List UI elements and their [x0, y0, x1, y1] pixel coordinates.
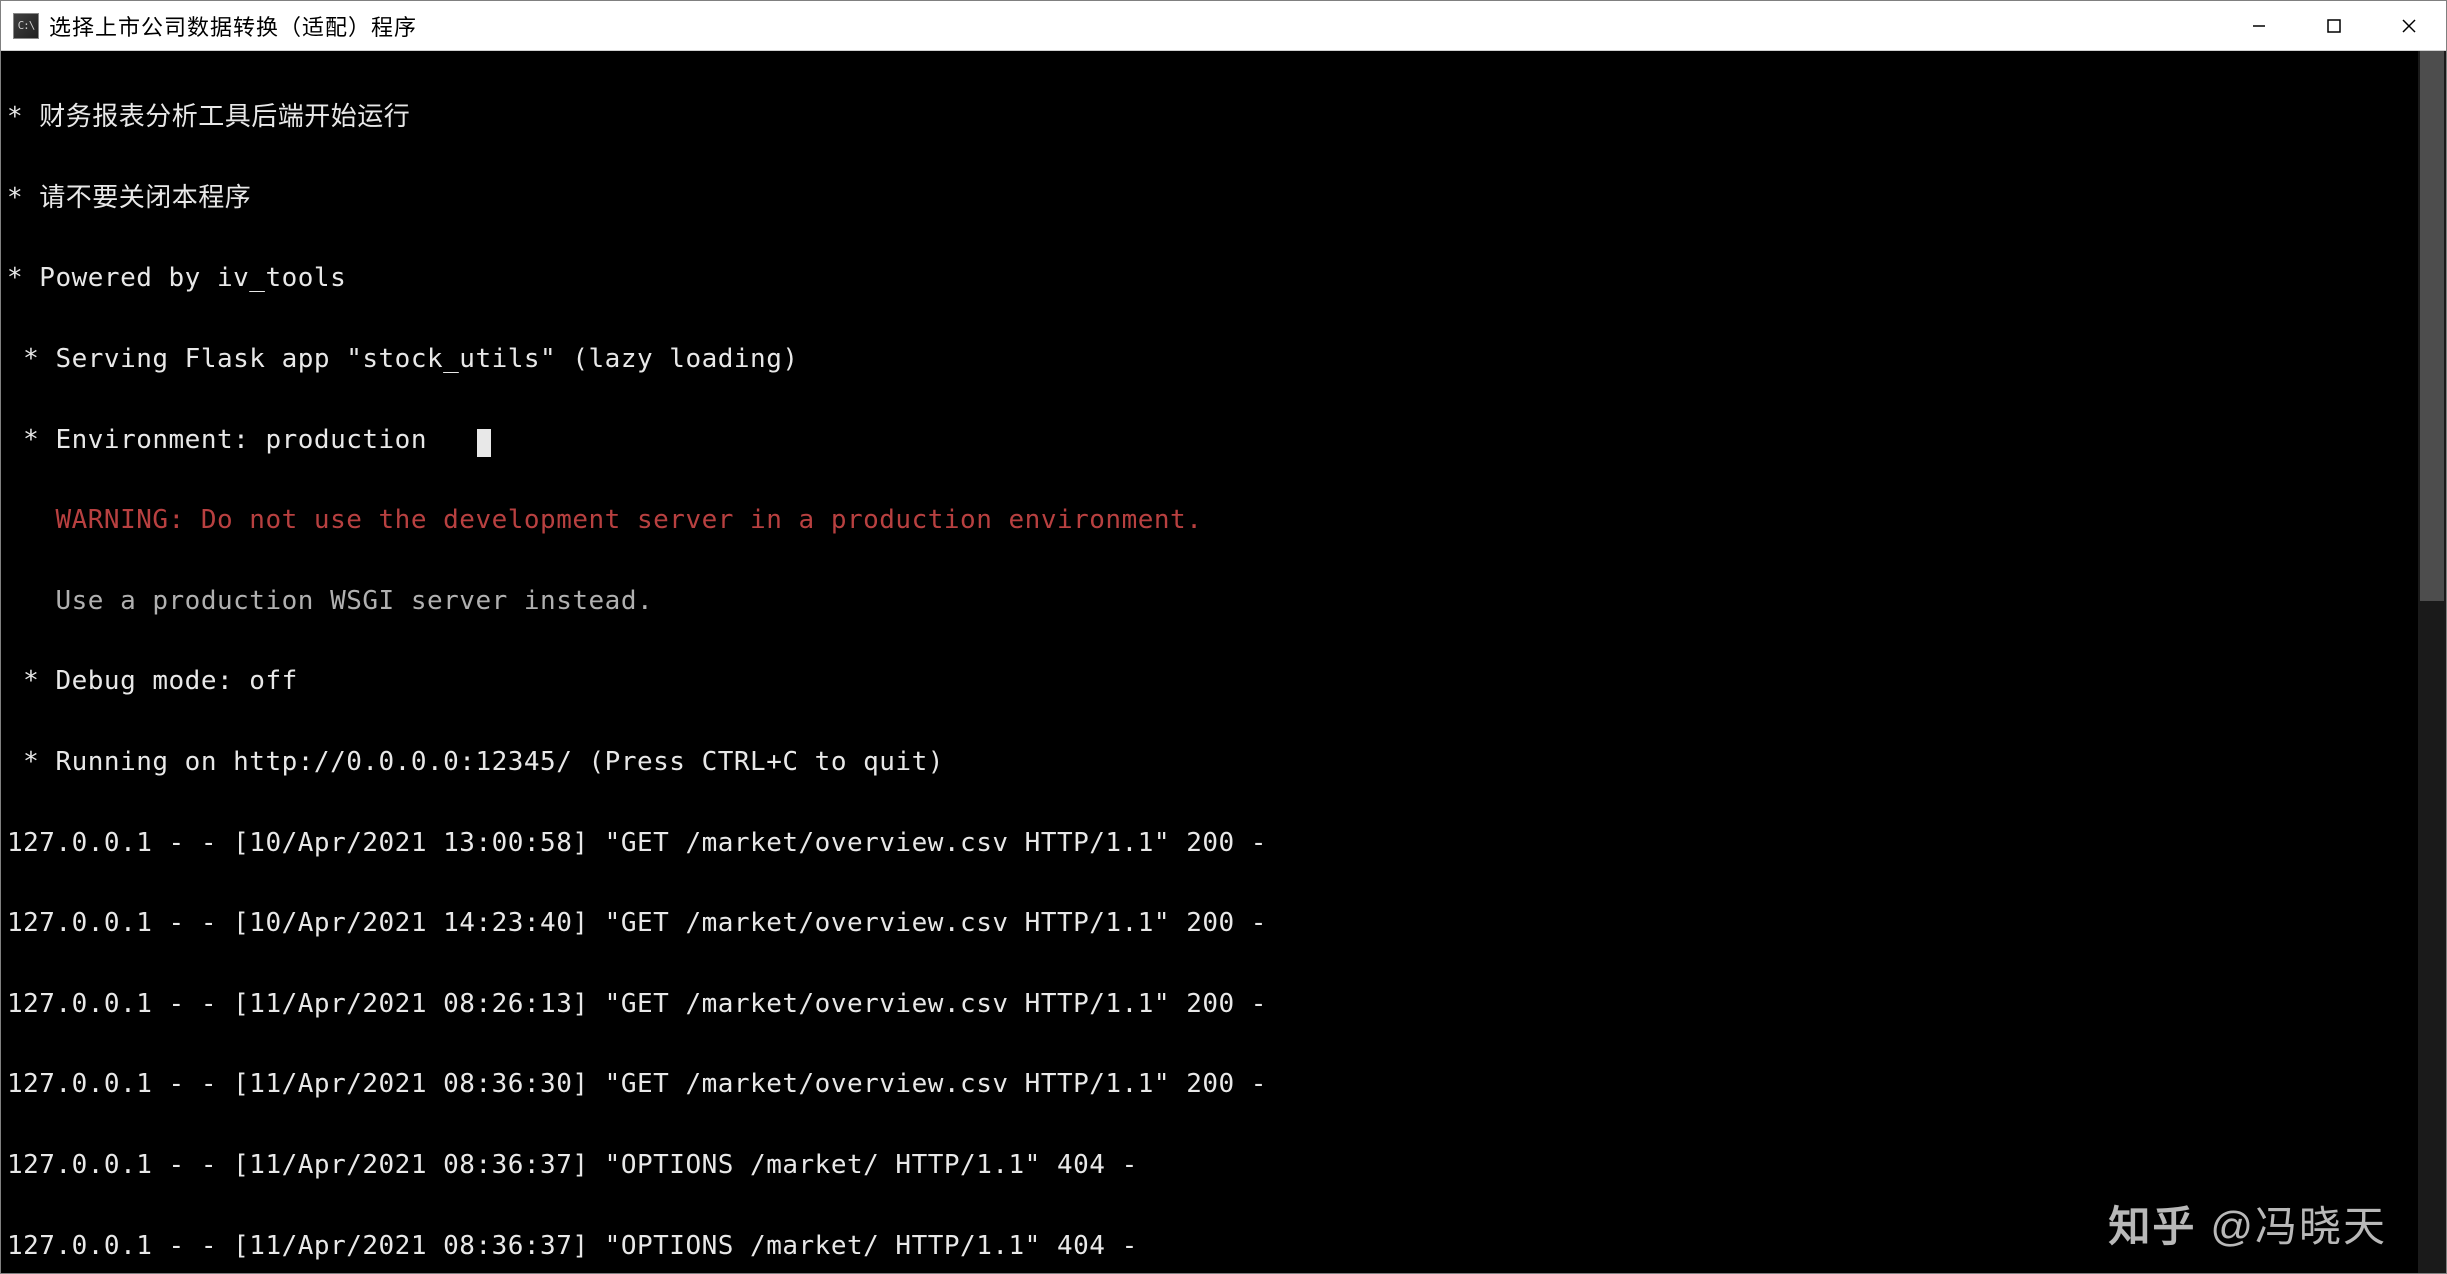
window-controls [2221, 1, 2446, 50]
terminal-cursor [477, 429, 491, 457]
console-window: C:\ 选择上市公司数据转换（适配）程序 * 财务报表分析工具后端开始运行 * … [0, 0, 2447, 1274]
flask-warning-line: WARNING: Do not use the development serv… [7, 500, 2446, 540]
watermark-author: @冯晓天 [2210, 1193, 2387, 1254]
minimize-icon [2251, 18, 2267, 34]
titlebar[interactable]: C:\ 选择上市公司数据转换（适配）程序 [1, 1, 2446, 51]
window-title: 选择上市公司数据转换（适配）程序 [49, 10, 2221, 42]
terminal-output: * 财务报表分析工具后端开始运行 * 请不要关闭本程序 * Powered by… [7, 57, 2446, 1273]
flask-prod-line: Use a production WSGI server instead. [7, 581, 2446, 621]
flask-debug-line: * Debug mode: off [7, 661, 2446, 701]
close-button[interactable] [2371, 1, 2446, 50]
terminal-area[interactable]: * 财务报表分析工具后端开始运行 * 请不要关闭本程序 * Powered by… [1, 51, 2446, 1273]
window-cmd-icon: C:\ [13, 13, 39, 39]
log-line: 127.0.0.1 - - [10/Apr/2021 13:00:58] "GE… [7, 823, 2446, 863]
watermark: 知乎 @冯晓天 [2108, 1193, 2387, 1254]
log-line: 127.0.0.1 - - [11/Apr/2021 08:36:37] "OP… [7, 1226, 2446, 1266]
flask-env-line: * Environment: production [7, 420, 2446, 460]
flask-serving-line: * Serving Flask app "stock_utils" (lazy … [7, 339, 2446, 379]
zhihu-logo: 知乎 [2108, 1193, 2196, 1254]
scrollbar-thumb[interactable] [2420, 51, 2444, 601]
banner-line: * 请不要关闭本程序 [7, 178, 2446, 218]
maximize-icon [2326, 18, 2342, 34]
log-line: 127.0.0.1 - - [11/Apr/2021 08:36:37] "OP… [7, 1145, 2446, 1185]
maximize-button[interactable] [2296, 1, 2371, 50]
close-icon [2401, 18, 2417, 34]
flask-running-line: * Running on http://0.0.0.0:12345/ (Pres… [7, 742, 2446, 782]
banner-line: * Powered by iv_tools [7, 258, 2446, 298]
minimize-button[interactable] [2221, 1, 2296, 50]
log-line: 127.0.0.1 - - [11/Apr/2021 08:36:30] "GE… [7, 1064, 2446, 1104]
vertical-scrollbar[interactable] [2418, 51, 2446, 1273]
log-line: 127.0.0.1 - - [11/Apr/2021 08:26:13] "GE… [7, 984, 2446, 1024]
banner-line: * 财务报表分析工具后端开始运行 [7, 97, 2446, 137]
env-text: * Environment: production [7, 425, 475, 455]
log-line: 127.0.0.1 - - [10/Apr/2021 14:23:40] "GE… [7, 903, 2446, 943]
